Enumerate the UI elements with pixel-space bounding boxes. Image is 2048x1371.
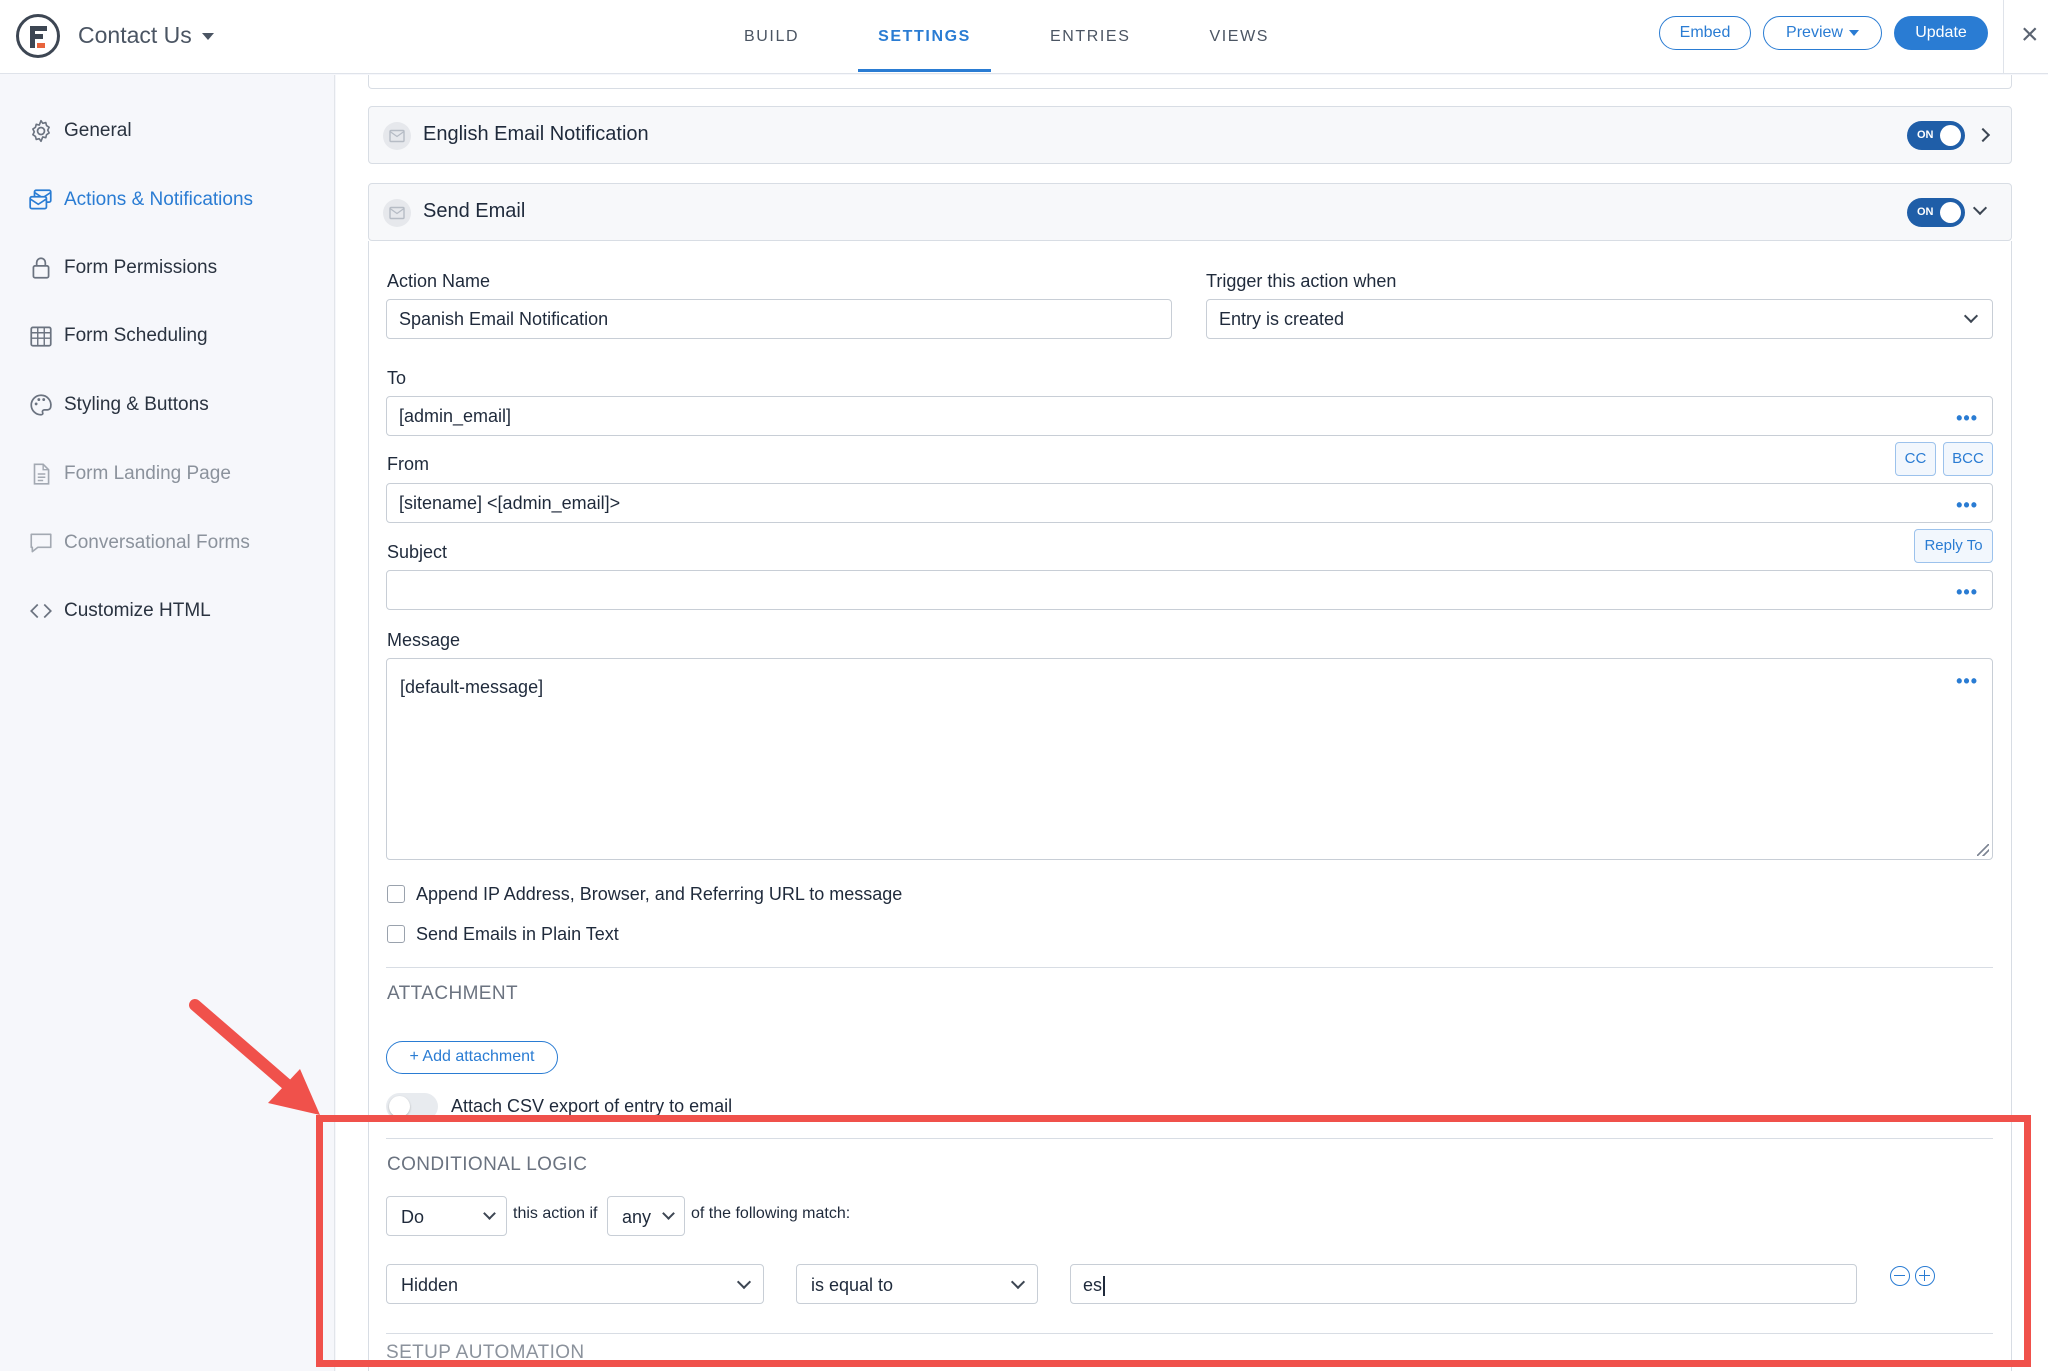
toggle-label: ON	[1917, 206, 1934, 218]
shortcodes-dots-icon[interactable]: •••	[1956, 582, 1978, 603]
sidebar-item-actions-notifications[interactable]: Actions & Notifications	[28, 185, 253, 215]
previous-action-card-edge	[368, 75, 2012, 89]
add-attachment-button[interactable]: + Add attachment	[386, 1041, 558, 1074]
attachment-section-title: ATTACHMENT	[387, 983, 519, 1004]
from-input[interactable]: [sitename] <[admin_email]> •••	[386, 483, 1993, 523]
formidable-logo-icon[interactable]	[16, 14, 60, 58]
shortcodes-dots-icon[interactable]: •••	[1956, 671, 1978, 692]
bcc-button[interactable]: BCC	[1943, 442, 1993, 476]
action-title: Send Email	[423, 200, 526, 222]
sidebar-item-label: Styling & Buttons	[64, 394, 209, 415]
plain-text-label: Send Emails in Plain Text	[416, 924, 619, 944]
top-bar: Contact Us BUILD SETTINGS ENTRIES VIEWS …	[0, 0, 2048, 74]
toggle-label: ON	[1917, 129, 1934, 141]
trigger-value: Entry is created	[1219, 309, 1345, 329]
action-name-input[interactable]: Spanish Email Notification	[386, 299, 1172, 339]
sidebar-item-label: Conversational Forms	[64, 532, 250, 553]
palette-icon	[30, 394, 52, 416]
code-icon	[30, 603, 52, 619]
header-divider	[2003, 0, 2004, 74]
chevron-down-icon[interactable]	[1972, 200, 1988, 216]
to-input[interactable]: [admin_email] •••	[386, 396, 1993, 436]
message-label: Message	[387, 630, 461, 650]
sidebar-item-styling-buttons[interactable]: Styling & Buttons	[28, 390, 209, 420]
subject-input[interactable]: •••	[386, 570, 1993, 610]
action-send-email[interactable]: Send Email ON	[368, 183, 2012, 241]
shortcodes-dots-icon[interactable]: •••	[1956, 495, 1978, 516]
subject-label: Subject	[387, 542, 448, 562]
chevron-down-icon	[1963, 308, 1979, 324]
sidebar-item-form-permissions[interactable]: Form Permissions	[28, 253, 217, 283]
section-divider	[386, 967, 1993, 968]
toggle-knob	[1940, 125, 1961, 146]
action-toggle[interactable]: ON	[1907, 121, 1965, 150]
action-title: English Email Notification	[423, 123, 649, 145]
tab-entries[interactable]: ENTRIES	[1030, 0, 1151, 74]
envelope-icon	[383, 122, 411, 150]
main-tabs: BUILD SETTINGS ENTRIES VIEWS	[724, 0, 1328, 74]
form-title: Contact Us	[78, 22, 192, 48]
action-name-label: Action Name	[387, 271, 491, 291]
update-button[interactable]: Update	[1894, 16, 1988, 50]
sidebar-item-label: Form Scheduling	[64, 325, 208, 346]
sidebar-item-label: Customize HTML	[64, 600, 211, 621]
shortcodes-dots-icon[interactable]: •••	[1956, 408, 1978, 429]
sidebar-item-form-scheduling[interactable]: Form Scheduling	[28, 321, 208, 351]
sidebar-item-customize-html[interactable]: Customize HTML	[28, 596, 211, 626]
sidebar-item-label: Form Landing Page	[64, 463, 231, 484]
chat-bubble-icon	[30, 533, 52, 553]
tab-build[interactable]: BUILD	[724, 0, 819, 74]
from-label: From	[387, 454, 429, 474]
sidebar-item-form-landing-page[interactable]: Form Landing Page	[28, 459, 231, 489]
sidebar-item-general[interactable]: General	[28, 116, 132, 146]
caret-down-icon	[201, 33, 214, 41]
sidebar-item-label: Form Permissions	[64, 257, 218, 278]
cc-button[interactable]: CC	[1895, 442, 1936, 476]
lock-icon	[32, 257, 50, 279]
notifications-icon	[29, 189, 52, 210]
toggle-knob	[1940, 202, 1961, 223]
action-name-value: Spanish Email Notification	[399, 309, 609, 329]
to-label: To	[387, 368, 407, 388]
trigger-select[interactable]: Entry is created	[1206, 299, 1993, 339]
resize-handle[interactable]	[1977, 844, 1989, 856]
tab-views[interactable]: VIEWS	[1189, 0, 1289, 74]
annotation-arrow-icon	[189, 999, 320, 1115]
sidebar-item-label: General	[64, 120, 132, 141]
calendar-grid-icon	[30, 326, 52, 347]
gear-icon	[32, 119, 50, 143]
toggle-knob	[389, 1096, 410, 1117]
preview-label: Preview	[1786, 24, 1843, 41]
sidebar-item-conversational-forms[interactable]: Conversational Forms	[28, 528, 250, 558]
form-title-dropdown[interactable]: Contact Us	[78, 22, 214, 49]
reply-to-button[interactable]: Reply To	[1914, 529, 1993, 563]
chevron-right-icon[interactable]	[1975, 127, 1991, 143]
action-english-email-notification[interactable]: English Email Notification ON	[368, 106, 2012, 164]
caret-down-icon	[1848, 29, 1859, 36]
message-value: [default-message]	[400, 677, 544, 697]
sidebar-item-label: Actions & Notifications	[64, 189, 254, 210]
append-ip-checkbox[interactable]	[387, 885, 405, 903]
action-toggle[interactable]: ON	[1907, 198, 1965, 227]
to-value: [admin_email]	[399, 406, 512, 426]
message-textarea[interactable]: [default-message] •••	[386, 658, 1993, 860]
preview-button[interactable]: Preview	[1763, 16, 1882, 50]
attach-csv-label: Attach CSV export of entry to email	[451, 1096, 733, 1116]
append-ip-label: Append IP Address, Browser, and Referrin…	[416, 884, 903, 904]
embed-button[interactable]: Embed	[1659, 16, 1751, 50]
envelope-icon	[383, 199, 411, 227]
plain-text-checkbox[interactable]	[387, 925, 405, 943]
tab-settings[interactable]: SETTINGS	[858, 0, 991, 74]
from-value: [sitename] <[admin_email]>	[399, 493, 621, 513]
highlight-box	[316, 1115, 2031, 1367]
page-icon	[33, 463, 50, 485]
trigger-label: Trigger this action when	[1206, 271, 1397, 291]
close-icon[interactable]: ×	[2021, 18, 2039, 52]
